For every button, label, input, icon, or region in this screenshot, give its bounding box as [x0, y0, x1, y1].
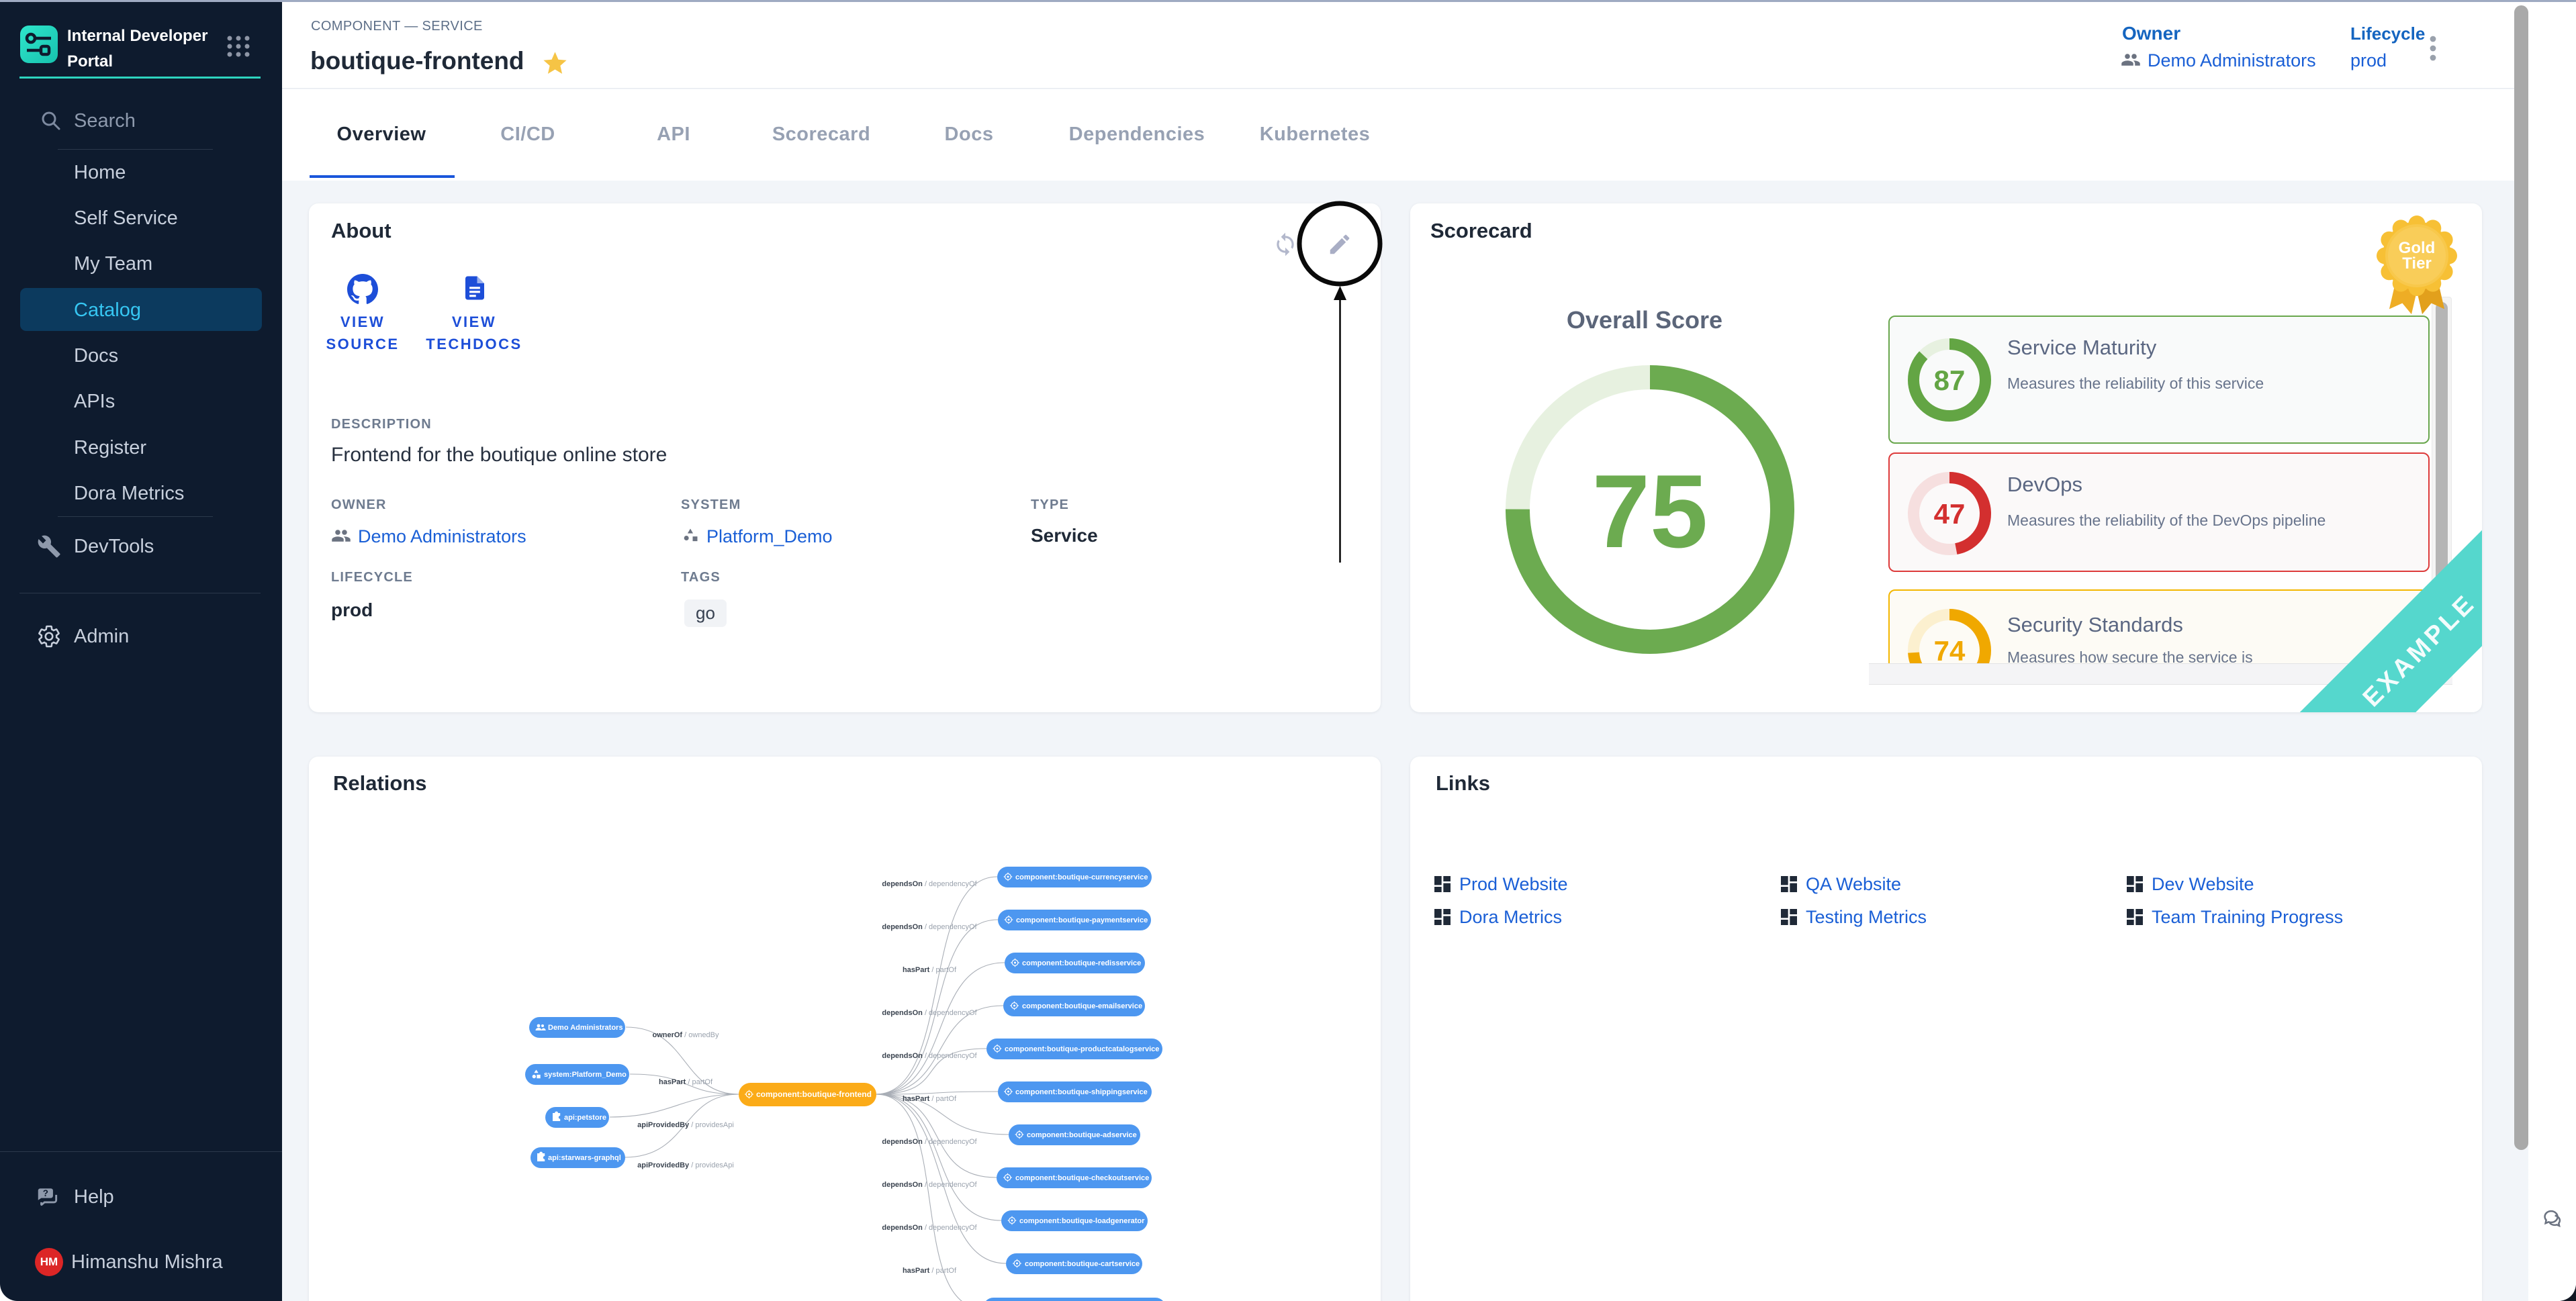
svg-text:hasPart / partOf: hasPart / partOf — [903, 1267, 957, 1275]
svg-text:component:boutique-adservice: component:boutique-adservice — [1027, 1131, 1137, 1139]
svg-text:hasPart / partOf: hasPart / partOf — [903, 966, 957, 974]
svg-text:apiProvidedBy / providesApi: apiProvidedBy / providesApi — [637, 1161, 734, 1169]
svg-text:api:petstore: api:petstore — [564, 1114, 606, 1122]
svg-text:component:boutique-emailservic: component:boutique-emailservice — [1022, 1002, 1142, 1010]
svg-text:ownerOf / ownedBy: ownerOf / ownedBy — [652, 1031, 719, 1039]
svg-text:component:boutique-loadgenerat: component:boutique-loadgenerator — [1019, 1217, 1145, 1225]
svg-text:hasPart / partOf: hasPart / partOf — [903, 1095, 957, 1103]
svg-text:74: 74 — [1934, 635, 1966, 667]
svg-text:component:boutique-checkoutser: component:boutique-checkoutservice — [1015, 1174, 1149, 1182]
svg-text:component:boutique-frontend: component:boutique-frontend — [756, 1090, 872, 1099]
svg-text:apiProvidedBy / providesApi: apiProvidedBy / providesApi — [637, 1121, 734, 1129]
svg-text:dependsOn / dependencyOf: dependsOn / dependencyOf — [882, 1009, 977, 1017]
svg-text:dependsOn / dependencyOf: dependsOn / dependencyOf — [882, 880, 977, 888]
svg-text:component:boutique-cartservice: component:boutique-cartservice — [1025, 1260, 1140, 1268]
svg-text:component:boutique-currencyser: component:boutique-currencyservice — [1015, 873, 1148, 881]
svg-text:system:Platform_Demo: system:Platform_Demo — [544, 1071, 627, 1079]
svg-text:hasPart / partOf: hasPart / partOf — [659, 1078, 713, 1086]
svg-text:Tier: Tier — [2402, 254, 2432, 273]
svg-text:87: 87 — [1934, 365, 1966, 396]
svg-text:component:boutique-productcata: component:boutique-productcatalogservice — [1005, 1045, 1159, 1053]
svg-text:dependsOn / dependencyOf: dependsOn / dependencyOf — [882, 1181, 977, 1189]
svg-text:api:starwars-graphql: api:starwars-graphql — [548, 1154, 621, 1162]
svg-text:component:boutique-shippingser: component:boutique-shippingservice — [1015, 1088, 1148, 1096]
svg-text:component:boutique-paymentserv: component:boutique-paymentservice — [1016, 916, 1148, 924]
svg-text:47: 47 — [1934, 498, 1966, 530]
svg-text:dependsOn / dependencyOf: dependsOn / dependencyOf — [882, 923, 977, 931]
svg-text:Demo Administrators: Demo Administrators — [548, 1024, 623, 1032]
svg-text:?: ? — [43, 1188, 48, 1198]
svg-text:dependsOn / dependencyOf: dependsOn / dependencyOf — [882, 1052, 977, 1060]
svg-text:75: 75 — [1592, 453, 1708, 569]
svg-text:dependsOn / dependencyOf: dependsOn / dependencyOf — [882, 1224, 977, 1232]
svg-text:dependsOn / dependencyOf: dependsOn / dependencyOf — [882, 1138, 977, 1146]
svg-text:component:boutique-redisservic: component:boutique-redisservice — [1022, 959, 1141, 967]
